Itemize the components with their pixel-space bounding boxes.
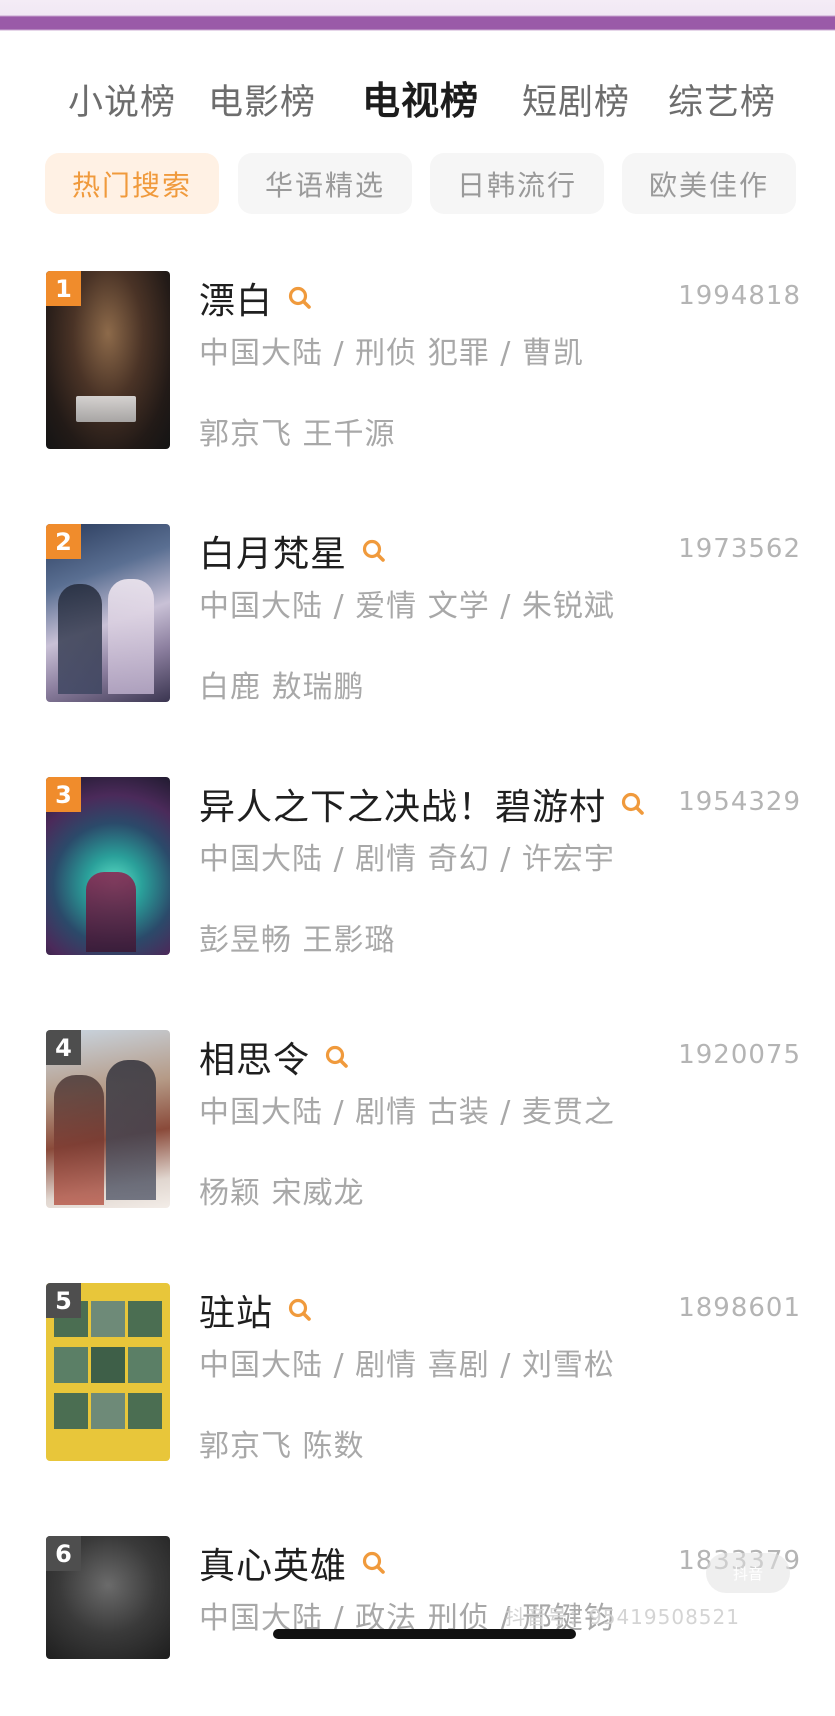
poster-figure bbox=[54, 1075, 104, 1205]
search-icon[interactable] bbox=[620, 791, 646, 817]
poster-figure bbox=[58, 584, 102, 694]
rank-badge: 5 bbox=[46, 1283, 81, 1318]
rank-badge: 6 bbox=[46, 1536, 81, 1571]
search-count: 1920075 bbox=[678, 1040, 801, 1070]
list-item[interactable]: 1 漂白 1994818 中国大陆 / 刑侦 犯罪 / 曹凯 郭京飞 王千源 bbox=[0, 271, 835, 452]
search-icon[interactable] bbox=[287, 285, 313, 311]
poster-image[interactable]: 2 bbox=[46, 524, 170, 702]
chip-western-works[interactable]: 欧美佳作 bbox=[622, 153, 796, 214]
main-category-tabs: 小说榜 电影榜 电视榜 短剧榜 综艺榜 bbox=[0, 66, 835, 126]
tab-variety[interactable]: 综艺榜 bbox=[668, 74, 776, 125]
poster-grid bbox=[54, 1301, 162, 1429]
item-meta: 中国大陆 / 刑侦 犯罪 / 曹凯 bbox=[199, 336, 584, 371]
search-icon[interactable] bbox=[361, 1550, 387, 1576]
search-icon[interactable] bbox=[361, 538, 387, 564]
poster-image[interactable]: 6 bbox=[46, 1536, 170, 1659]
chip-hot-search[interactable]: 热门搜索 bbox=[45, 153, 219, 214]
search-count: 1973562 bbox=[678, 534, 801, 564]
list-item[interactable]: 5 驻站 1898601 中国大陆 / 剧情 喜剧 / 刘雪松 郭京飞 陈数 bbox=[0, 1283, 835, 1464]
watermark-text: 抖音号：95419508521 bbox=[505, 1605, 740, 1629]
item-cast: 白鹿 敖瑞鹏 bbox=[199, 670, 365, 705]
item-title[interactable]: 驻站 bbox=[199, 1284, 273, 1336]
item-title[interactable]: 漂白 bbox=[199, 272, 273, 324]
poster-logo bbox=[76, 396, 136, 422]
item-cast: 郭京飞 陈数 bbox=[199, 1429, 365, 1464]
chip-jp-kr-popular[interactable]: 日韩流行 bbox=[430, 153, 604, 214]
item-cast: 郭京飞 王千源 bbox=[199, 417, 396, 452]
watermark-badge: 抖音 bbox=[706, 1553, 790, 1593]
search-icon[interactable] bbox=[324, 1044, 350, 1070]
search-icon[interactable] bbox=[287, 1297, 313, 1323]
list-item[interactable]: 4 相思令 1920075 中国大陆 / 剧情 古装 / 麦贯之 杨颖 宋威龙 bbox=[0, 1030, 835, 1211]
poster-figure bbox=[106, 1060, 156, 1200]
rank-badge: 1 bbox=[46, 271, 81, 306]
tab-tv[interactable]: 电视榜 bbox=[362, 70, 479, 125]
home-indicator[interactable] bbox=[273, 1629, 576, 1639]
poster-image[interactable]: 3 bbox=[46, 777, 170, 955]
tab-short-drama[interactable]: 短剧榜 bbox=[522, 74, 630, 125]
rank-badge: 3 bbox=[46, 777, 81, 812]
search-count: 1898601 bbox=[678, 1293, 801, 1323]
chip-chinese-picks[interactable]: 华语精选 bbox=[238, 153, 412, 214]
item-title[interactable]: 白月梵星 bbox=[199, 525, 347, 577]
list-item[interactable]: 2 白月梵星 1973562 中国大陆 / 爱情 文学 / 朱锐斌 白鹿 敖瑞鹏 bbox=[0, 524, 835, 705]
poster-image[interactable]: 4 bbox=[46, 1030, 170, 1208]
item-meta: 中国大陆 / 剧情 喜剧 / 刘雪松 bbox=[199, 1348, 615, 1383]
top-header-band bbox=[0, 0, 835, 31]
rank-badge: 4 bbox=[46, 1030, 81, 1065]
item-title[interactable]: 异人之下之决战！碧游村 bbox=[199, 778, 606, 830]
item-title[interactable]: 相思令 bbox=[199, 1031, 310, 1083]
poster-figure bbox=[86, 872, 136, 952]
tab-movie[interactable]: 电影榜 bbox=[208, 74, 316, 125]
item-cast: 彭昱畅 王影璐 bbox=[199, 923, 396, 958]
rank-badge: 2 bbox=[46, 524, 81, 559]
search-count: 1994818 bbox=[678, 281, 801, 311]
search-count: 1954329 bbox=[678, 787, 801, 817]
item-meta: 中国大陆 / 剧情 古装 / 麦贯之 bbox=[199, 1095, 615, 1130]
item-cast: 杨颖 宋威龙 bbox=[199, 1176, 365, 1211]
poster-figure bbox=[108, 579, 154, 694]
poster-image[interactable]: 1 bbox=[46, 271, 170, 449]
list-item[interactable]: 3 异人之下之决战！碧游村 1954329 中国大陆 / 剧情 奇幻 / 许宏宇… bbox=[0, 777, 835, 958]
poster-image[interactable]: 5 bbox=[46, 1283, 170, 1461]
sub-filter-tabs: 热门搜索 华语精选 日韩流行 欧美佳作 bbox=[0, 153, 835, 215]
item-meta: 中国大陆 / 爱情 文学 / 朱锐斌 bbox=[199, 589, 615, 624]
item-meta: 中国大陆 / 剧情 奇幻 / 许宏宇 bbox=[199, 842, 615, 877]
tab-novel[interactable]: 小说榜 bbox=[68, 74, 176, 125]
item-title[interactable]: 真心英雄 bbox=[199, 1537, 347, 1589]
